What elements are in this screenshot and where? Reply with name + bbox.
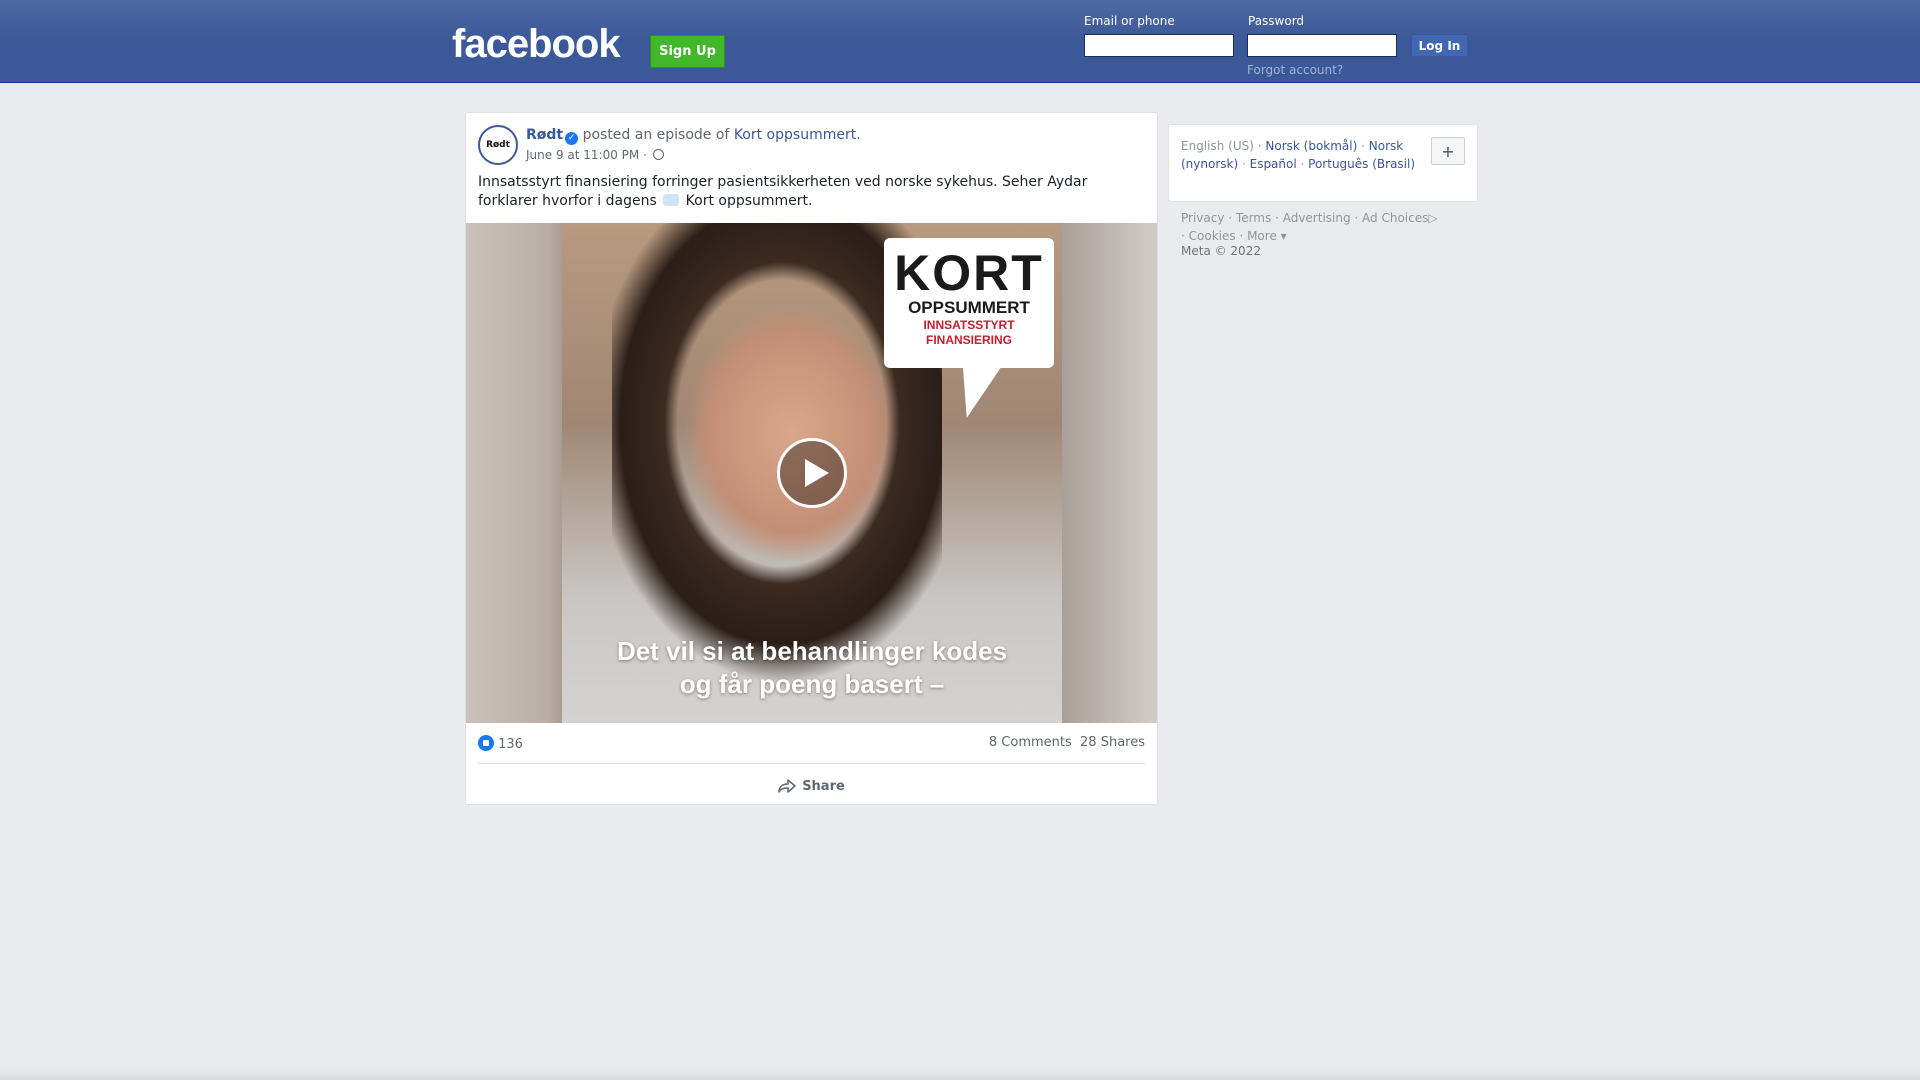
thumbnail-speech-bubble: KORT OPPSUMMERT INNSATSSTYRT FINANSIERIN… — [884, 238, 1054, 368]
cookies-link[interactable]: Cookies — [1189, 229, 1236, 243]
advertising-link[interactable]: Advertising — [1283, 211, 1351, 225]
sign-up-button[interactable]: Sign Up — [650, 35, 725, 68]
bubble-subtitle: OPPSUMMERT — [908, 298, 1030, 317]
meta-separator: · — [643, 148, 647, 162]
page-avatar[interactable]: Rødt — [478, 125, 518, 165]
video-player[interactable]: KORT OPPSUMMERT INNSATSSTYRT FINANSIERIN… — [466, 223, 1157, 723]
page-name-link[interactable]: Rødt — [526, 127, 563, 143]
password-label: Password — [1248, 14, 1305, 28]
likes-count[interactable]: 136 — [498, 737, 523, 752]
share-button[interactable]: Share — [478, 771, 1145, 801]
privacy-link[interactable]: Privacy — [1181, 211, 1224, 225]
post-meta: June 9 at 11:00 PM · — [526, 148, 664, 162]
post-stats: 136 8 Comments 28 Shares — [478, 735, 1145, 755]
share-arrow-icon — [778, 779, 796, 793]
copyright-text: Meta © 2022 — [1181, 244, 1261, 258]
more-link[interactable]: More — [1247, 229, 1277, 243]
post-headline: Rødt ✓ posted an episode of Kort oppsumme… — [526, 127, 861, 145]
language-list: English (US) · Norsk (bokmål) · Norsk (n… — [1181, 139, 1416, 171]
video-post-card: Rødt Rødt ✓ posted an episode of Kort opp… — [465, 112, 1158, 805]
comments-count[interactable]: 8 Comments — [989, 735, 1072, 750]
language-link[interactable]: Português (Brasil) — [1308, 157, 1415, 171]
post-message: Innsatsstyrt finansiering forringer pasi… — [478, 173, 1138, 211]
language-link[interactable]: Español — [1250, 157, 1297, 171]
email-label: Email or phone — [1084, 14, 1175, 28]
video-caption: Det vil si at behandlinger kodes og får … — [562, 635, 1062, 701]
password-field[interactable] — [1247, 34, 1397, 57]
bubble-title: KORT — [894, 245, 1044, 301]
language-selector-box: English (US) · Norsk (bokmål) · Norsk (n… — [1168, 124, 1478, 202]
post-timestamp[interactable]: June 9 at 11:00 PM — [526, 148, 639, 162]
terms-link[interactable]: Terms — [1236, 211, 1271, 225]
public-globe-icon[interactable] — [652, 149, 664, 160]
caret-down-icon: ▾ — [1276, 229, 1287, 243]
bubble-topic-line1: INNSATSSTYRT — [923, 318, 1015, 332]
engagement-counts: 8 Comments 28 Shares — [989, 735, 1145, 750]
stats-divider — [478, 763, 1145, 764]
language-link[interactable]: Norsk (bokmål) — [1265, 139, 1357, 153]
ad-choices-link[interactable]: Ad Choices — [1362, 211, 1428, 225]
share-label: Share — [802, 778, 845, 794]
more-languages-plus-icon[interactable]: + — [1431, 137, 1465, 165]
caption-line-1: Det vil si at behandlinger kodes — [616, 636, 1008, 666]
post-action-text: posted an episode of — [578, 127, 734, 143]
email-field[interactable] — [1084, 34, 1234, 57]
avatar-logo-text: Rødt — [486, 140, 510, 150]
episode-series-link[interactable]: Kort oppsummert. — [734, 127, 861, 143]
bottom-shadow — [0, 1068, 1920, 1080]
facebook-logo[interactable]: facebook — [452, 22, 621, 67]
speech-bubble-emoji-icon — [663, 194, 680, 206]
top-navigation-bar: facebook Sign Up Email or phone Password… — [0, 0, 1920, 83]
bubble-topic-line2: FINANSIERING — [925, 333, 1012, 347]
ad-choices-icon: ▷ — [1428, 211, 1438, 225]
footer-links: Privacy · Terms · Advertising · Ad Choic… — [1181, 211, 1438, 243]
forgot-account-link[interactable]: Forgot account? — [1247, 63, 1343, 77]
post-message-series: Kort oppsummert. — [685, 193, 813, 209]
caption-line-2: og får poeng basert – — [679, 669, 945, 699]
like-reaction-icon[interactable] — [478, 735, 494, 751]
play-button-icon[interactable] — [777, 438, 847, 508]
shares-count[interactable]: 28 Shares — [1080, 735, 1145, 750]
log-in-button[interactable]: Log In — [1411, 34, 1468, 57]
current-language: English (US) — [1181, 139, 1254, 153]
verified-badge-icon: ✓ — [565, 132, 579, 145]
play-triangle — [805, 459, 829, 487]
